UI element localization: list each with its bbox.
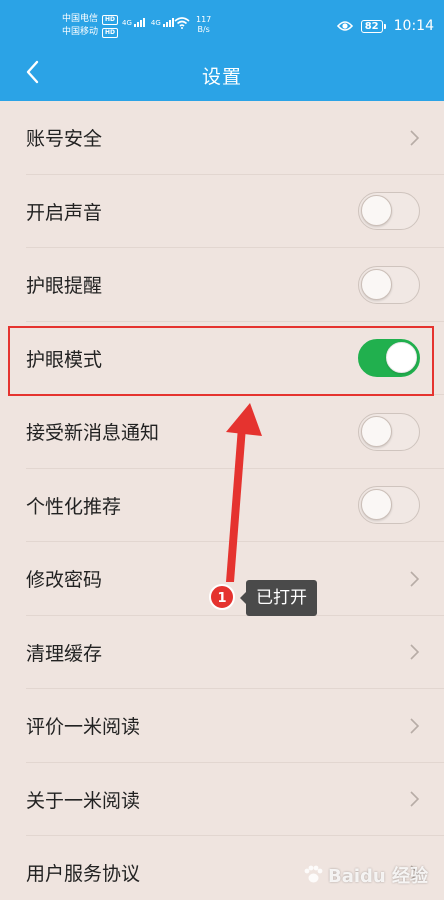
- tooltip: 已打开: [240, 580, 317, 616]
- watermark-text: Baidu 经验: [327, 866, 428, 887]
- step-number-badge: 1: [209, 584, 235, 610]
- paw-icon: [304, 865, 323, 883]
- annotation-arrow-icon: [226, 403, 262, 582]
- watermark: Baidu 经验: [302, 862, 428, 888]
